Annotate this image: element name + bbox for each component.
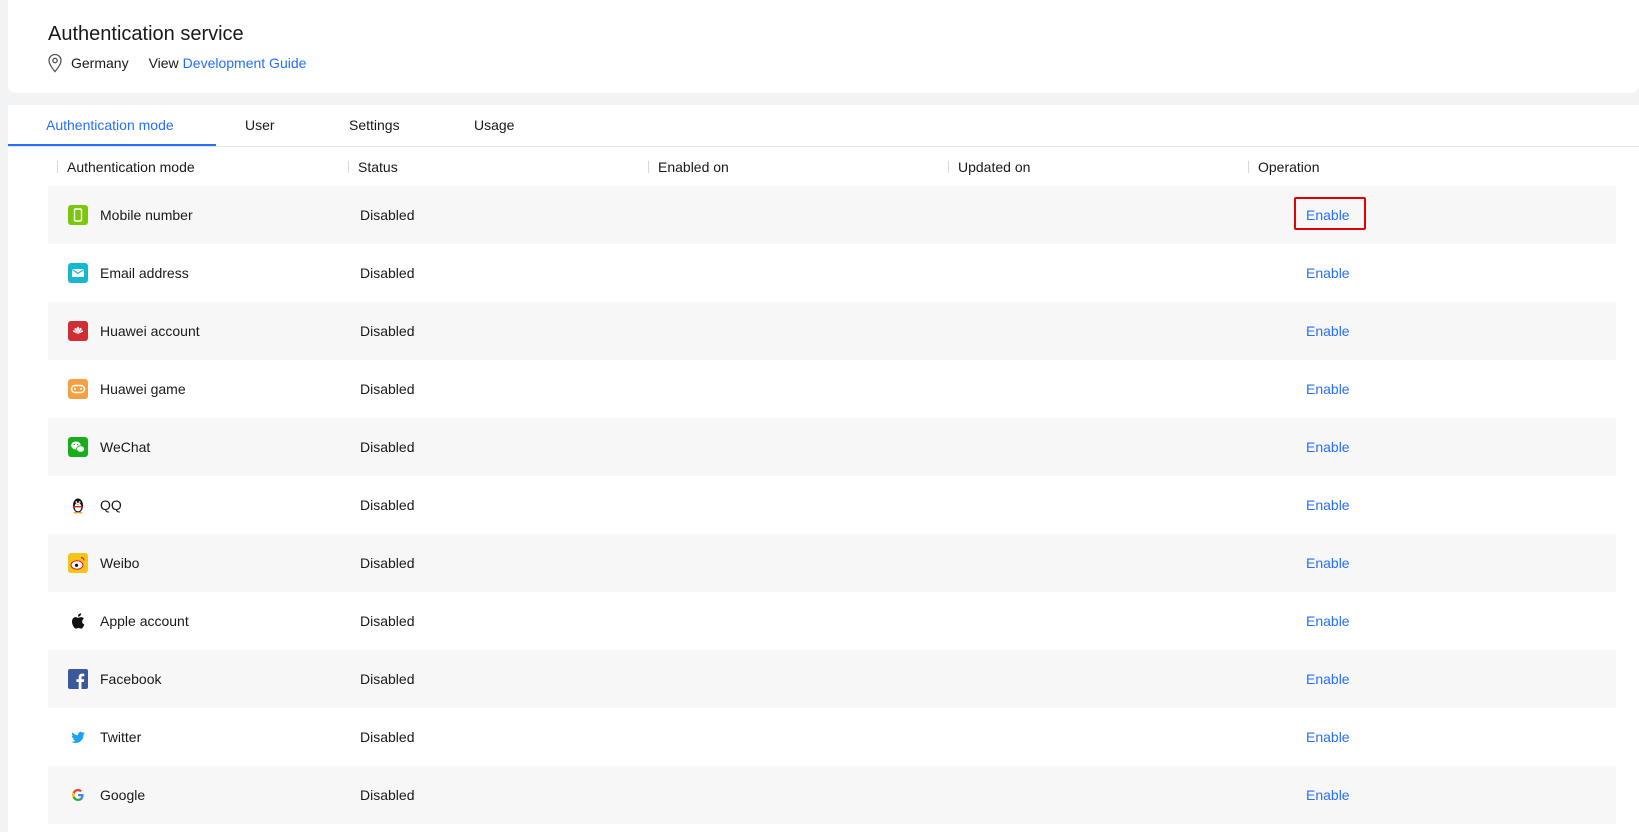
mode-cell: Twitter <box>68 708 141 766</box>
tab-user[interactable]: User <box>245 105 275 147</box>
mode-label: Huawei game <box>100 381 186 397</box>
page-title: Authentication service <box>48 23 244 45</box>
status-cell: Disabled <box>360 555 415 571</box>
twitter-icon <box>68 727 88 747</box>
meta-row: Germany View Development Guide <box>47 52 306 74</box>
operation-cell: Enable <box>1306 534 1350 592</box>
status-cell: Disabled <box>360 497 415 513</box>
status-cell: Disabled <box>360 729 415 745</box>
mode-cell: Google <box>68 766 145 824</box>
mode-label: WeChat <box>100 439 151 455</box>
enable-button[interactable]: Enable <box>1306 263 1350 283</box>
mode-label: Weibo <box>100 555 140 571</box>
status-cell: Disabled <box>360 439 415 455</box>
enable-button[interactable]: Enable <box>1306 727 1350 747</box>
column-header-enabled-on: Enabled on <box>648 148 729 186</box>
table-header: Authentication mode Status Enabled on Up… <box>48 148 1616 186</box>
table-row: Huawei game Disabled Enable <box>48 360 1616 418</box>
status-cell: Disabled <box>360 323 415 339</box>
development-guide-link[interactable]: Development Guide <box>183 55 307 71</box>
view-text: View <box>148 55 179 71</box>
enable-button[interactable]: Enable <box>1306 785 1350 805</box>
status-cell: Disabled <box>360 207 415 223</box>
operation-cell: Enable <box>1306 766 1350 824</box>
mobile-icon <box>68 205 88 225</box>
mode-label: QQ <box>100 497 122 513</box>
status-cell: Disabled <box>360 671 415 687</box>
enable-button[interactable]: Enable <box>1306 611 1350 631</box>
mode-label: Google <box>100 787 146 803</box>
mode-cell: WeChat <box>68 418 150 476</box>
enable-button[interactable]: Enable <box>1306 379 1350 399</box>
google-icon <box>68 785 88 805</box>
operation-cell: Enable <box>1306 708 1350 766</box>
active-tab-indicator <box>8 144 216 146</box>
mode-label: Facebook <box>100 671 162 687</box>
table-row: QQ Disabled Enable <box>48 476 1616 534</box>
huawei-icon <box>68 321 88 341</box>
enable-button[interactable]: Enable <box>1306 321 1350 341</box>
enable-button[interactable]: Enable <box>1306 437 1350 457</box>
tab-usage[interactable]: Usage <box>474 105 514 147</box>
weibo-icon <box>68 553 88 573</box>
operation-cell: Enable <box>1306 186 1350 244</box>
header-card: Authentication service Germany View Deve… <box>8 0 1639 93</box>
operation-cell: Enable <box>1306 476 1350 534</box>
status-cell: Disabled <box>360 381 415 397</box>
facebook-icon <box>68 669 88 689</box>
mode-label: Email address <box>100 265 189 281</box>
table-row: Apple account Disabled Enable <box>48 592 1616 650</box>
qq-penguin-icon <box>68 495 88 515</box>
table-row: Facebook Disabled Enable <box>48 650 1616 708</box>
table-row: Mobile number Disabled Enable <box>48 186 1616 244</box>
table-row: WeChat Disabled Enable <box>48 418 1616 476</box>
mode-cell: Mobile number <box>68 186 193 244</box>
table-row: Weibo Disabled Enable <box>48 534 1616 592</box>
mode-cell: Apple account <box>68 592 189 650</box>
table-row: Huawei account Disabled Enable <box>48 302 1616 360</box>
mode-label: Mobile number <box>100 207 193 223</box>
operation-cell: Enable <box>1306 244 1350 302</box>
status-cell: Disabled <box>360 613 415 629</box>
operation-cell: Enable <box>1306 360 1350 418</box>
apple-icon <box>68 611 88 631</box>
mode-cell: Facebook <box>68 650 161 708</box>
status-cell: Disabled <box>360 265 415 281</box>
enable-button[interactable]: Enable <box>1306 553 1350 573</box>
column-header-operation: Operation <box>1248 148 1319 186</box>
table-row: Twitter Disabled Enable <box>48 708 1616 766</box>
operation-cell: Enable <box>1306 418 1350 476</box>
table-row: Email address Disabled Enable <box>48 244 1616 302</box>
region-label: Germany <box>71 55 129 71</box>
wechat-icon <box>68 437 88 457</box>
mode-label: Twitter <box>100 729 142 745</box>
location-pin-icon <box>47 53 63 73</box>
mode-cell: Weibo <box>68 534 139 592</box>
mode-label: Huawei account <box>100 323 200 339</box>
main-card: Authentication mode User Settings Usage … <box>8 105 1639 832</box>
operation-cell: Enable <box>1306 650 1350 708</box>
enable-button[interactable]: Enable <box>1306 669 1350 689</box>
mode-cell: Huawei account <box>68 302 200 360</box>
enable-button[interactable]: Enable <box>1306 495 1350 515</box>
mode-cell: QQ <box>68 476 122 534</box>
tab-settings[interactable]: Settings <box>349 105 400 147</box>
column-header-mode: Authentication mode <box>57 148 195 186</box>
operation-cell: Enable <box>1306 592 1350 650</box>
operation-cell: Enable <box>1306 302 1350 360</box>
tab-authentication-mode[interactable]: Authentication mode <box>46 105 174 147</box>
table-row: Google Disabled Enable <box>48 766 1616 824</box>
table-body: Mobile number Disabled Enable Email addr… <box>48 186 1616 824</box>
email-icon <box>68 263 88 283</box>
status-cell: Disabled <box>360 787 415 803</box>
mode-cell: Huawei game <box>68 360 186 418</box>
mode-cell: Email address <box>68 244 189 302</box>
gamepad-icon <box>68 379 88 399</box>
column-header-updated-on: Updated on <box>948 148 1030 186</box>
enable-button[interactable]: Enable <box>1306 205 1350 225</box>
mode-label: Apple account <box>100 613 189 629</box>
column-header-status: Status <box>348 148 398 186</box>
tab-bar: Authentication mode User Settings Usage <box>8 105 1639 147</box>
